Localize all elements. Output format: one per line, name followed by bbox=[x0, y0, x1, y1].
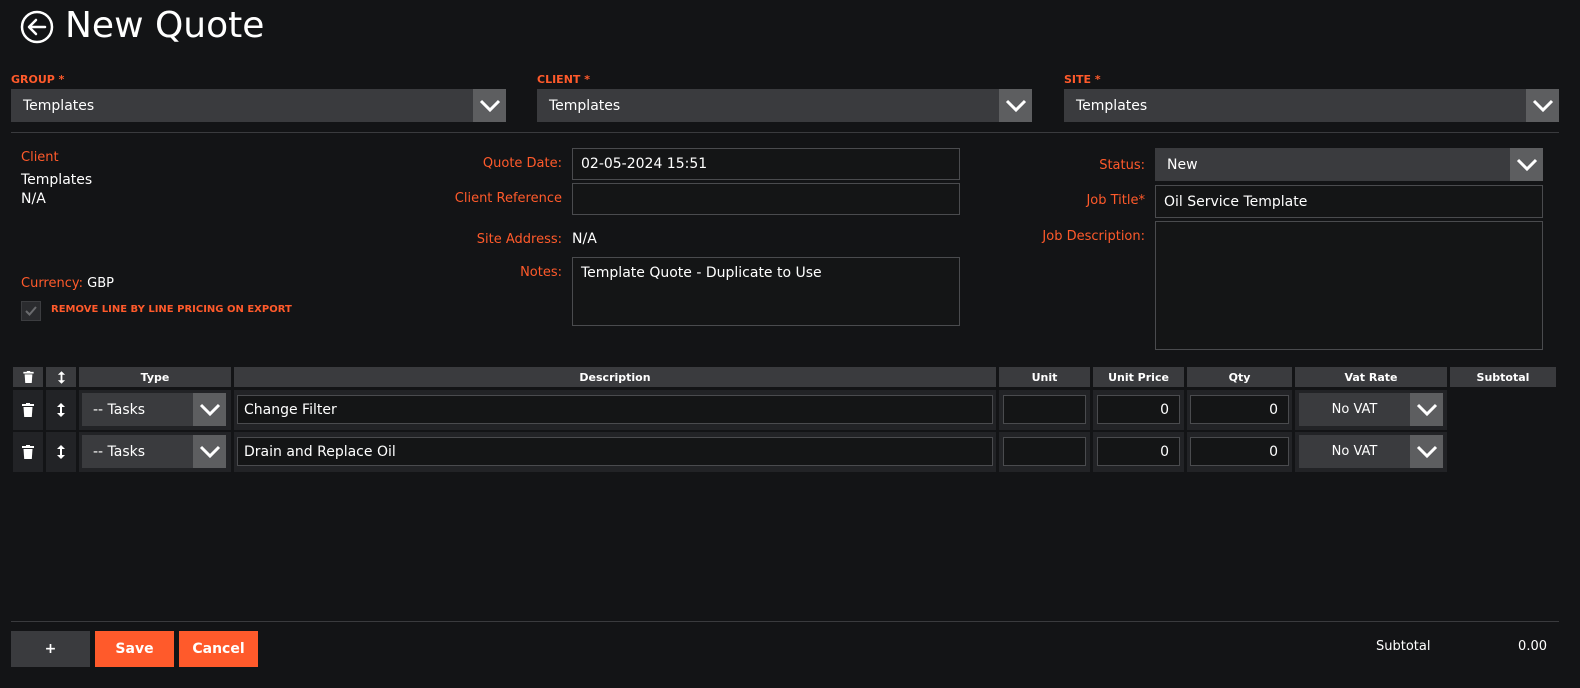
type-select-value: -- Tasks bbox=[93, 443, 146, 460]
qty-input[interactable]: 0 bbox=[1190, 395, 1289, 424]
client-info-ref: N/A bbox=[21, 191, 46, 207]
group-select[interactable]: Templates bbox=[11, 89, 506, 122]
vat-select-value: No VAT bbox=[1331, 402, 1378, 417]
unit-price-input[interactable]: 0 bbox=[1097, 437, 1180, 466]
client-select-value: Templates bbox=[549, 97, 621, 114]
quote-date-input[interactable]: 02-05-2024 15:51 bbox=[572, 148, 960, 180]
sort-arrows-icon bbox=[57, 370, 65, 384]
remove-pricing-label: REMOVE LINE BY LINE PRICING ON EXPORT bbox=[51, 304, 292, 315]
quote-date-label: Quote Date: bbox=[482, 156, 562, 171]
site-address-label: Site Address: bbox=[476, 232, 562, 247]
header-sort bbox=[46, 367, 76, 387]
subtotal-value: 0.00 bbox=[1518, 639, 1547, 654]
chevron-down-icon[interactable] bbox=[1410, 393, 1443, 426]
group-label: GROUP * bbox=[11, 73, 65, 86]
trash-icon bbox=[22, 371, 34, 383]
header-type: Type bbox=[79, 367, 231, 387]
remove-pricing-checkbox[interactable] bbox=[21, 301, 41, 321]
group-select-value: Templates bbox=[23, 97, 95, 114]
client-select[interactable]: Templates bbox=[537, 89, 1032, 122]
header-delete bbox=[13, 367, 43, 387]
vat-select[interactable]: No VAT bbox=[1299, 435, 1443, 468]
back-arrow-icon[interactable] bbox=[20, 10, 54, 44]
job-title-label: Job Title* bbox=[1086, 193, 1145, 208]
check-icon bbox=[25, 306, 37, 316]
status-select-value: New bbox=[1167, 156, 1198, 173]
header-vat-rate: Vat Rate bbox=[1295, 367, 1447, 387]
type-select[interactable]: -- Tasks bbox=[82, 393, 226, 426]
description-input[interactable]: Drain and Replace Oil bbox=[237, 437, 993, 466]
add-line-button[interactable]: + bbox=[11, 631, 90, 667]
chevron-down-icon[interactable] bbox=[1510, 148, 1543, 181]
subtotal-label: Subtotal bbox=[1376, 639, 1431, 654]
currency-label: Currency: bbox=[21, 276, 84, 291]
job-title-input[interactable]: Oil Service Template bbox=[1155, 185, 1543, 218]
client-label: CLIENT * bbox=[537, 73, 590, 86]
site-address-value: N/A bbox=[572, 231, 597, 247]
client-info-name: Templates bbox=[21, 172, 93, 188]
chevron-down-icon[interactable] bbox=[999, 89, 1032, 122]
chevron-down-icon[interactable] bbox=[193, 435, 226, 468]
site-select-value: Templates bbox=[1076, 97, 1148, 114]
qty-input[interactable]: 0 bbox=[1190, 437, 1289, 466]
currency-value: GBP bbox=[87, 276, 114, 291]
sort-arrows-icon[interactable] bbox=[46, 432, 76, 472]
description-input[interactable]: Change Filter bbox=[237, 395, 993, 424]
vat-select-value: No VAT bbox=[1331, 444, 1378, 459]
site-select[interactable]: Templates bbox=[1064, 89, 1559, 122]
unit-price-input[interactable]: 0 bbox=[1097, 395, 1180, 424]
chevron-down-icon[interactable] bbox=[1410, 435, 1443, 468]
site-label: SITE * bbox=[1064, 73, 1101, 86]
save-button[interactable]: Save bbox=[95, 631, 174, 667]
status-label: Status: bbox=[1099, 158, 1145, 173]
top-divider bbox=[11, 132, 1559, 133]
bottom-divider bbox=[11, 621, 1559, 622]
cancel-button[interactable]: Cancel bbox=[179, 631, 258, 667]
status-select[interactable]: New bbox=[1155, 148, 1543, 181]
chevron-down-icon[interactable] bbox=[473, 89, 506, 122]
currency-row: Currency: GBP bbox=[21, 276, 114, 291]
type-select-value: -- Tasks bbox=[93, 401, 146, 418]
header-qty: Qty bbox=[1187, 367, 1292, 387]
trash-icon[interactable] bbox=[13, 432, 43, 472]
vat-select[interactable]: No VAT bbox=[1299, 393, 1443, 426]
sort-arrows-icon[interactable] bbox=[46, 390, 76, 430]
job-description-label: Job Description: bbox=[1042, 229, 1145, 244]
header-unit: Unit bbox=[999, 367, 1090, 387]
header-subtotal: Subtotal bbox=[1450, 367, 1556, 387]
trash-icon[interactable] bbox=[13, 390, 43, 430]
unit-input[interactable] bbox=[1003, 437, 1086, 466]
header-description: Description bbox=[234, 367, 996, 387]
type-select[interactable]: -- Tasks bbox=[82, 435, 226, 468]
client-reference-label: Client Reference bbox=[454, 191, 562, 206]
unit-input[interactable] bbox=[1003, 395, 1086, 424]
job-description-textarea[interactable] bbox=[1155, 221, 1543, 350]
client-info-label: Client bbox=[21, 150, 59, 165]
page-title: New Quote bbox=[65, 5, 265, 46]
chevron-down-icon[interactable] bbox=[193, 393, 226, 426]
chevron-down-icon[interactable] bbox=[1526, 89, 1559, 122]
notes-textarea[interactable]: Template Quote - Duplicate to Use bbox=[572, 257, 960, 326]
header-unit-price: Unit Price bbox=[1093, 367, 1184, 387]
notes-label: Notes: bbox=[520, 265, 562, 280]
client-reference-input[interactable] bbox=[572, 183, 960, 215]
